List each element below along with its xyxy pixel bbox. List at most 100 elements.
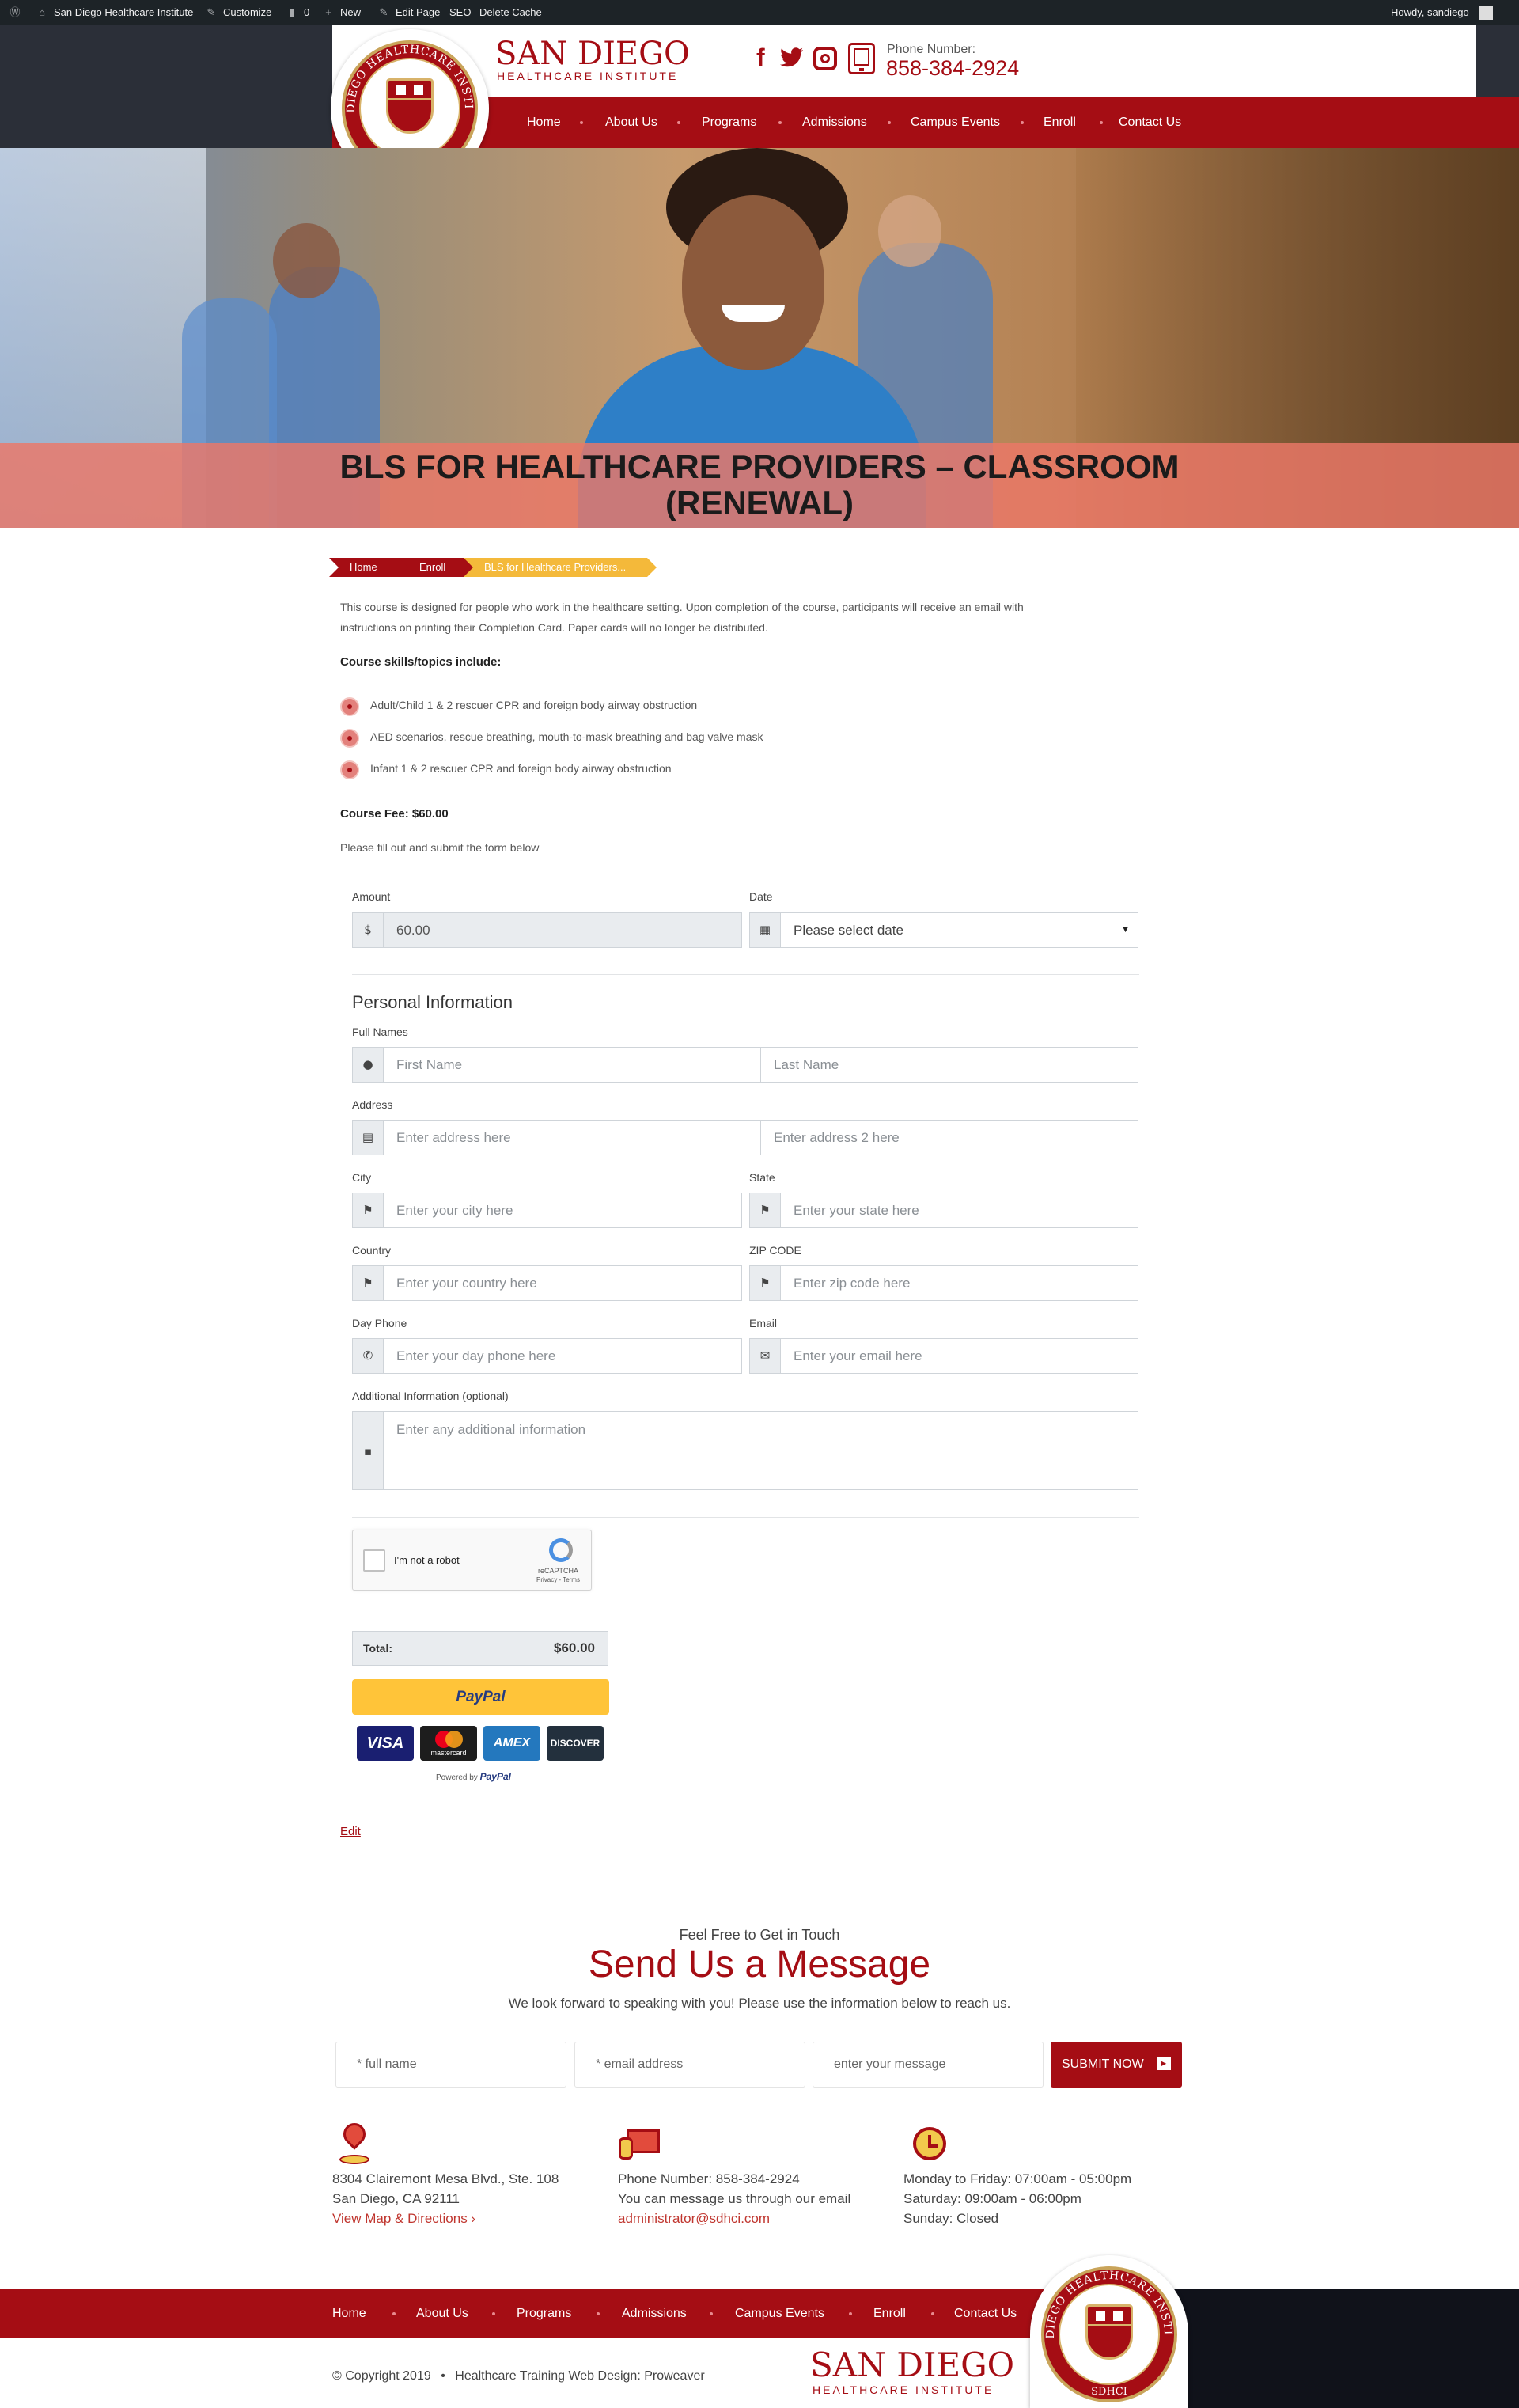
visa-card-icon: VISA (357, 1726, 414, 1761)
breadcrumb-current: BLS for Healthcare Providers... (464, 558, 657, 577)
envelope-phone-icon (619, 2125, 661, 2161)
breadcrumb-enroll[interactable]: Enroll (399, 558, 478, 577)
footer-nav-about-us[interactable]: About Us (416, 2289, 468, 2338)
admin-customize[interactable]: ✎ Customize (204, 0, 272, 25)
pencil-icon: ✎ (379, 6, 388, 18)
submit-now-button[interactable]: SUBMIT NOW ► (1051, 2042, 1182, 2088)
edit-link[interactable]: Edit (340, 1825, 361, 1838)
country-input[interactable]: Enter your country here (383, 1265, 742, 1301)
zip-input[interactable]: Enter zip code here (780, 1265, 1138, 1301)
nav-separator (710, 2312, 713, 2315)
nav-separator (1100, 121, 1103, 124)
footer-nav-campus-events[interactable]: Campus Events (735, 2289, 824, 2338)
bullet-icon (340, 729, 359, 748)
phone-icon (848, 43, 875, 74)
city-label: City (352, 1171, 372, 1184)
day-phone-input[interactable]: Enter your day phone here (383, 1338, 742, 1374)
nav-separator (492, 2312, 495, 2315)
paypal-button[interactable]: PayPal (352, 1679, 609, 1715)
discover-card-icon: DISCOVER (547, 1726, 604, 1761)
nav-enroll[interactable]: Enroll (1044, 97, 1076, 148)
skill-item: AED scenarios, rescue breathing, mouth-t… (370, 730, 763, 743)
footer-logo[interactable]: SAN DIEGO HEALTHCARE INSTITUTE SDHCI (1030, 2255, 1188, 2408)
footer-nav-admissions[interactable]: Admissions (622, 2289, 687, 2338)
form-instructions: Please fill out and submit the form belo… (340, 841, 540, 854)
comment-icon: ▮ (289, 6, 295, 18)
recaptcha-label: I'm not a robot (394, 1554, 460, 1566)
contact-subtitle: We look forward to speaking with you! Pl… (508, 1996, 1011, 2011)
recaptcha-widget: I'm not a robot reCAPTCHA Privacy - Term… (352, 1530, 592, 1591)
admin-new[interactable]: + New (321, 0, 361, 25)
nav-contact-us[interactable]: Contact Us (1119, 97, 1181, 148)
page-title: BLS FOR HEALTHCARE PROVIDERS – CLASSROOM… (339, 448, 1180, 521)
footer-brand-name[interactable]: SAN DIEGO (810, 2349, 1014, 2382)
total-box: Total: $60.00 (352, 1631, 608, 1666)
svg-text:SAN DIEGO HEALTHCARE INSTITUTE: SAN DIEGO HEALTHCARE INSTITUTE (1030, 2255, 1174, 2339)
city-input[interactable]: Enter your city here (383, 1193, 742, 1228)
recaptcha-links[interactable]: Privacy - Terms (536, 1576, 580, 1583)
last-name-input[interactable]: Last Name (760, 1047, 1138, 1083)
footer-nav-contact-us[interactable]: Contact Us (954, 2289, 1017, 2338)
hero-nurse-smile (722, 305, 785, 322)
mastercard-circle-orange (445, 1731, 463, 1748)
plus-icon: + (325, 6, 331, 18)
flag-icon: ⚑ (749, 1193, 781, 1228)
admin-delete-cache[interactable]: Delete Cache (479, 0, 542, 25)
footer-nav-enroll[interactable]: Enroll (873, 2289, 906, 2338)
phone-number[interactable]: 858-384-2924 (886, 56, 1019, 81)
amount-label: Amount (352, 890, 391, 903)
contact-message-input[interactable]: enter your message (813, 2042, 1044, 2088)
address1-input[interactable]: Enter address here (383, 1120, 761, 1155)
flag-icon: ⚑ (749, 1265, 781, 1301)
nav-programs[interactable]: Programs (702, 97, 756, 148)
amount-field[interactable]: 60.00 (383, 912, 742, 948)
hero-figure-right-head (878, 195, 941, 267)
recaptcha-checkbox[interactable] (363, 1549, 385, 1572)
address2-input[interactable]: Enter address 2 here (760, 1120, 1138, 1155)
admin-seo[interactable]: SEO (449, 0, 471, 25)
facebook-icon[interactable]: f (756, 44, 774, 71)
personal-info-heading: Personal Information (352, 992, 513, 1012)
admin-edit-page[interactable]: ✎ Edit Page (377, 0, 441, 25)
contact-title: Send Us a Message (588, 1943, 931, 1985)
state-input[interactable]: Enter your state here (780, 1193, 1138, 1228)
nav-home[interactable]: Home (527, 97, 561, 148)
twitter-icon[interactable] (780, 47, 804, 70)
map-directions-link[interactable]: View Map & Directions › (332, 2209, 559, 2228)
powered-by-paypal: Powered by PayPal (436, 1771, 511, 1782)
additional-info-textarea[interactable]: Enter any additional information (383, 1411, 1138, 1490)
nav-admissions[interactable]: Admissions (802, 97, 867, 148)
footer-nav-programs[interactable]: Programs (517, 2289, 571, 2338)
footer-brand-tagline: HEALTHCARE INSTITUTE (813, 2383, 994, 2396)
nav-campus-events[interactable]: Campus Events (911, 97, 1000, 148)
date-select[interactable]: Please select date ▼ (780, 912, 1138, 948)
svg-text:SAN DIEGO HEALTHCARE INSTITUTE: SAN DIEGO HEALTHCARE INSTITUTE (331, 29, 475, 113)
course-fee: Course Fee: $60.00 (340, 807, 449, 821)
nav-about-us[interactable]: About Us (605, 97, 657, 148)
address-label: Address (352, 1098, 393, 1111)
section-divider (352, 1517, 1139, 1518)
email-input[interactable]: Enter your email here (780, 1338, 1138, 1374)
contact-name-input[interactable]: * full name (335, 2042, 566, 2088)
design-credit[interactable]: Healthcare Training Web Design: Proweave… (455, 2369, 704, 2383)
instagram-icon[interactable] (813, 47, 837, 70)
nav-separator (392, 2312, 396, 2315)
brand-name[interactable]: SAN DIEGO (495, 38, 690, 70)
admin-site-name[interactable]: ⌂ San Diego Healthcare Institute (35, 0, 193, 25)
additional-info-label: Additional Information (optional) (352, 1390, 509, 1402)
footer-nav-home[interactable]: Home (332, 2289, 366, 2338)
first-name-input[interactable]: First Name (383, 1047, 761, 1083)
email-link[interactable]: administrator@sdhci.com (618, 2209, 850, 2228)
mastercard-card-icon: mastercard (420, 1726, 477, 1761)
admin-account[interactable]: Howdy, sandiego (1391, 0, 1493, 25)
contact-email-input[interactable]: * email address (574, 2042, 805, 2088)
wordpress-logo-icon[interactable]: Ⓦ (8, 0, 22, 25)
full-names-label: Full Names (352, 1026, 408, 1038)
brand-tagline: HEALTHCARE INSTITUTE (497, 70, 679, 82)
nav-separator (580, 121, 583, 124)
skill-item: Adult/Child 1 & 2 rescuer CPR and foreig… (370, 699, 698, 711)
header-dark-panel (0, 25, 332, 148)
admin-comments[interactable]: ▮ 0 (285, 0, 309, 25)
phone-label: Phone Number: (887, 43, 976, 56)
admin-bar: Ⓦ ⌂ San Diego Healthcare Institute ✎ Custo… (0, 0, 1519, 25)
